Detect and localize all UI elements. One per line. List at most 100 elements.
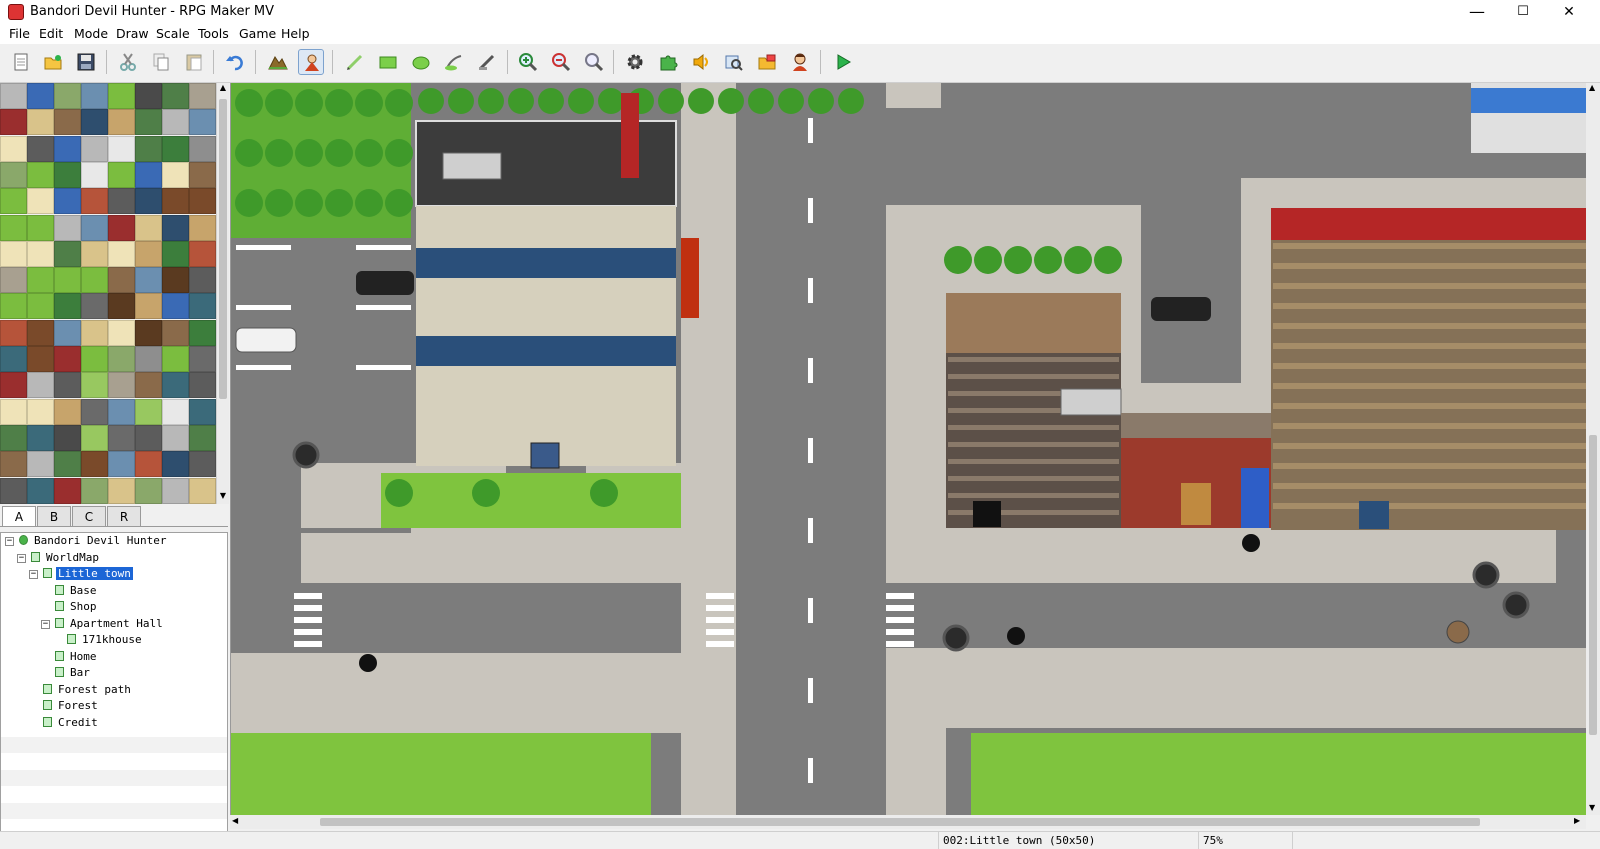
minimize-button[interactable]: — bbox=[1454, 0, 1500, 24]
tileset-tile[interactable] bbox=[135, 83, 162, 109]
map-tree-item[interactable]: Home bbox=[43, 649, 99, 665]
tileset-tile[interactable] bbox=[108, 161, 135, 188]
tileset-tile[interactable] bbox=[81, 188, 108, 215]
tileset-tile[interactable] bbox=[54, 135, 81, 162]
tileset-tile[interactable] bbox=[189, 398, 216, 425]
tileset-tile[interactable] bbox=[108, 83, 135, 109]
tileset-tile[interactable] bbox=[54, 372, 81, 399]
tileset-tile[interactable] bbox=[135, 161, 162, 188]
tileset-scroll-thumb[interactable] bbox=[219, 99, 227, 399]
tileset-tile[interactable] bbox=[27, 319, 54, 346]
tileset-tile[interactable] bbox=[81, 267, 108, 294]
paste-icon[interactable] bbox=[181, 49, 207, 75]
tileset-tile[interactable] bbox=[189, 240, 216, 267]
tileset-tile[interactable] bbox=[81, 109, 108, 136]
scroll-down-icon[interactable]: ▼ bbox=[1589, 803, 1595, 812]
tileset-tile[interactable] bbox=[135, 319, 162, 346]
map-tree-item[interactable]: − Little town bbox=[29, 566, 133, 582]
tileset-tile[interactable] bbox=[108, 477, 135, 504]
map-tree-item[interactable]: Credit bbox=[31, 715, 100, 731]
resource-manager-icon[interactable] bbox=[754, 49, 780, 75]
tileset-tile[interactable] bbox=[189, 214, 216, 241]
tileset-tile[interactable] bbox=[0, 293, 27, 320]
tileset-tile[interactable] bbox=[81, 83, 108, 109]
tileset-tile[interactable] bbox=[135, 424, 162, 451]
tileset-tile[interactable] bbox=[162, 188, 189, 215]
tileset-tile[interactable] bbox=[27, 451, 54, 478]
tileset-tile[interactable] bbox=[189, 109, 216, 136]
menu-help[interactable]: Help bbox=[276, 24, 315, 44]
tileset-tile[interactable] bbox=[27, 398, 54, 425]
tileset-tile[interactable] bbox=[162, 398, 189, 425]
tileset-tile[interactable] bbox=[162, 109, 189, 136]
tileset-tile[interactable] bbox=[108, 109, 135, 136]
close-button[interactable]: ✕ bbox=[1546, 0, 1592, 24]
tileset-tile[interactable] bbox=[27, 372, 54, 399]
tileset-tile[interactable] bbox=[108, 293, 135, 320]
tab-r[interactable]: R bbox=[107, 506, 141, 526]
undo-icon[interactable] bbox=[222, 49, 248, 75]
map-tree-item[interactable]: − Apartment Hall bbox=[41, 616, 165, 632]
tileset-tile[interactable] bbox=[162, 214, 189, 241]
tileset-tile[interactable] bbox=[81, 214, 108, 241]
tileset-tile[interactable] bbox=[108, 424, 135, 451]
tileset-tile[interactable] bbox=[135, 240, 162, 267]
tileset-tile[interactable] bbox=[54, 161, 81, 188]
tileset-tile[interactable] bbox=[81, 477, 108, 504]
event-mode-icon[interactable] bbox=[298, 49, 324, 75]
tileset-tile[interactable] bbox=[27, 346, 54, 372]
tileset-tile[interactable] bbox=[135, 398, 162, 425]
map-horizontal-scrollbar[interactable]: ◀ ▶ bbox=[230, 815, 1586, 829]
map-tree-item[interactable]: 171khouse bbox=[55, 632, 144, 648]
tileset-tile[interactable] bbox=[54, 346, 81, 372]
tileset-tile[interactable] bbox=[162, 135, 189, 162]
menu-edit[interactable]: Edit bbox=[34, 24, 68, 44]
menu-mode[interactable]: Mode bbox=[69, 24, 113, 44]
tileset-tile[interactable] bbox=[162, 267, 189, 294]
tileset-tile[interactable] bbox=[81, 424, 108, 451]
map-vscroll-thumb[interactable] bbox=[1589, 435, 1597, 735]
tileset-palette[interactable] bbox=[0, 83, 216, 504]
map-vertical-scrollbar[interactable]: ▲ ▼ bbox=[1586, 83, 1600, 815]
scroll-left-icon[interactable]: ◀ bbox=[232, 816, 238, 825]
tree-expander-icon[interactable]: − bbox=[5, 537, 14, 546]
tileset-tile[interactable] bbox=[54, 188, 81, 215]
tileset-tile[interactable] bbox=[0, 240, 27, 267]
scroll-up-icon[interactable]: ▲ bbox=[219, 83, 227, 93]
map-tree-item[interactable]: − Bandori Devil Hunter bbox=[5, 533, 168, 549]
tileset-tile[interactable] bbox=[162, 293, 189, 320]
tileset-tile[interactable] bbox=[81, 451, 108, 478]
tileset-tile[interactable] bbox=[189, 319, 216, 346]
cut-icon[interactable] bbox=[115, 49, 141, 75]
tileset-tile[interactable] bbox=[0, 319, 27, 346]
tileset-tile[interactable] bbox=[189, 83, 216, 109]
tileset-tile[interactable] bbox=[27, 188, 54, 215]
save-project-icon[interactable] bbox=[73, 49, 99, 75]
tileset-tile[interactable] bbox=[0, 83, 27, 109]
tileset-tile[interactable] bbox=[54, 477, 81, 504]
playtest-icon[interactable] bbox=[830, 49, 856, 75]
tileset-tile[interactable] bbox=[81, 398, 108, 425]
character-generator-icon[interactable] bbox=[787, 49, 813, 75]
tileset-tile[interactable] bbox=[54, 83, 81, 109]
map-tree-item[interactable]: Forest path bbox=[31, 682, 133, 698]
event-searcher-icon[interactable] bbox=[721, 49, 747, 75]
new-project-icon[interactable] bbox=[8, 49, 34, 75]
fill-icon[interactable] bbox=[441, 49, 467, 75]
tileset-tile[interactable] bbox=[0, 188, 27, 215]
tileset-tile[interactable] bbox=[54, 424, 81, 451]
tileset-tile[interactable] bbox=[54, 109, 81, 136]
tileset-tile[interactable] bbox=[81, 135, 108, 162]
tileset-tile[interactable] bbox=[0, 424, 27, 451]
tileset-tile[interactable] bbox=[27, 161, 54, 188]
tab-c[interactable]: C bbox=[72, 506, 106, 526]
tileset-tile[interactable] bbox=[162, 424, 189, 451]
map-canvas[interactable] bbox=[230, 83, 1595, 815]
menu-game[interactable]: Game bbox=[234, 24, 281, 44]
tileset-tile[interactable] bbox=[108, 319, 135, 346]
tileset-tile[interactable] bbox=[189, 188, 216, 215]
tileset-tile[interactable] bbox=[108, 372, 135, 399]
tileset-tile[interactable] bbox=[135, 109, 162, 136]
map-mode-icon[interactable] bbox=[265, 49, 291, 75]
open-project-icon[interactable] bbox=[40, 49, 66, 75]
